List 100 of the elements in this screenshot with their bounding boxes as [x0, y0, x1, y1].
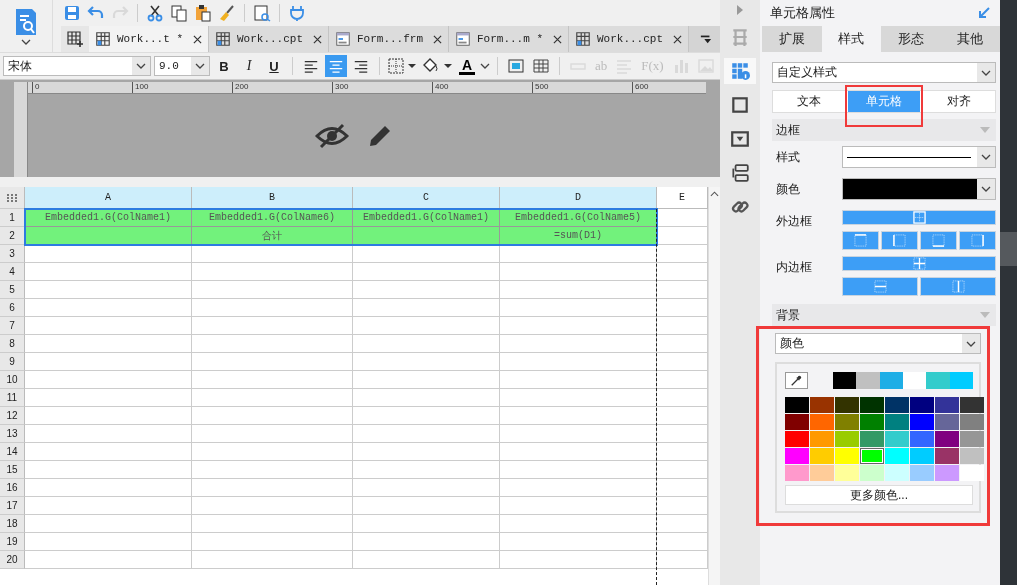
file-tab[interactable]: Work...cpt — [209, 26, 329, 52]
color-swatch[interactable] — [860, 465, 884, 481]
border-color-select[interactable] — [842, 178, 996, 200]
color-swatch[interactable] — [885, 414, 909, 430]
color-swatch[interactable] — [885, 397, 909, 413]
more-colors-button[interactable]: 更多颜色... — [785, 485, 973, 505]
row-header[interactable]: 4 — [0, 263, 25, 281]
color-swatch[interactable] — [910, 414, 934, 430]
new-sheet-icon[interactable] — [61, 26, 89, 52]
color-swatch[interactable] — [835, 414, 859, 430]
background-type-select[interactable]: 颜色 — [775, 333, 981, 354]
collapse-icon[interactable] — [980, 312, 990, 318]
column-header[interactable]: C — [353, 187, 500, 209]
color-swatch[interactable] — [835, 448, 859, 464]
color-swatch[interactable] — [785, 465, 809, 481]
file-tab[interactable]: Form...frm — [329, 26, 449, 52]
row-header[interactable]: 1 — [0, 209, 25, 227]
bold-button[interactable]: B — [213, 55, 235, 77]
color-swatch[interactable] — [885, 465, 909, 481]
eyedropper-button[interactable] — [785, 372, 808, 389]
color-swatch[interactable] — [785, 397, 809, 413]
font-color-button[interactable]: A — [457, 57, 477, 75]
row-header[interactable]: 14 — [0, 443, 25, 461]
color-swatch[interactable] — [935, 448, 959, 464]
column-header[interactable]: D — [500, 187, 657, 209]
row-header[interactable]: 13 — [0, 425, 25, 443]
row-header[interactable]: 17 — [0, 497, 25, 515]
row-header[interactable]: 19 — [0, 533, 25, 551]
app-logo-icon[interactable] — [14, 7, 38, 37]
row-header[interactable]: 5 — [0, 281, 25, 299]
style-select[interactable]: 自定义样式 — [772, 62, 996, 83]
color-swatch[interactable] — [960, 465, 984, 481]
color-swatch[interactable] — [835, 465, 859, 481]
color-swatch[interactable] — [910, 465, 934, 481]
color-swatch[interactable] — [949, 372, 973, 389]
font-select[interactable]: 宋体 — [3, 56, 151, 76]
panel-tab[interactable]: 其他 — [940, 26, 1000, 52]
hidden-eye-icon[interactable] — [315, 122, 349, 149]
color-swatch[interactable] — [835, 397, 859, 413]
row-header[interactable]: 11 — [0, 389, 25, 407]
line-style-select[interactable] — [842, 146, 996, 168]
panel-tab[interactable]: 扩展 — [762, 26, 822, 52]
row-header[interactable]: 15 — [0, 461, 25, 479]
inner-line-button[interactable] — [920, 277, 996, 296]
border-side-button[interactable] — [920, 231, 957, 250]
row-header[interactable]: 9 — [0, 353, 25, 371]
panel-tab[interactable]: 形态 — [881, 26, 941, 52]
color-swatch[interactable] — [935, 465, 959, 481]
file-tab[interactable]: Form...m * — [449, 26, 569, 52]
sub-tab[interactable]: 对齐 — [922, 91, 995, 112]
color-swatch[interactable] — [860, 448, 884, 464]
close-icon[interactable] — [193, 34, 202, 44]
close-icon[interactable] — [673, 34, 682, 44]
panel-tab[interactable]: 样式 — [821, 26, 881, 52]
color-swatch[interactable] — [910, 397, 934, 413]
color-swatch[interactable] — [879, 372, 903, 389]
select-all-icon[interactable] — [0, 187, 25, 209]
widget-icon[interactable] — [724, 58, 756, 84]
row-header[interactable]: 18 — [0, 515, 25, 533]
border-side-button[interactable] — [959, 231, 996, 250]
color-swatch[interactable] — [935, 431, 959, 447]
close-icon[interactable] — [433, 34, 442, 44]
row-header[interactable]: 10 — [0, 371, 25, 389]
inner-border-button[interactable] — [842, 256, 996, 271]
row-header[interactable]: 12 — [0, 407, 25, 425]
font-size-select[interactable]: 9.0 — [154, 56, 210, 76]
italic-button[interactable]: I — [238, 55, 260, 77]
color-swatch[interactable] — [910, 431, 934, 447]
file-tab[interactable]: Work...cpt — [569, 26, 689, 52]
color-swatch[interactable] — [860, 431, 884, 447]
color-swatch[interactable] — [960, 397, 984, 413]
outer-border-button[interactable] — [842, 210, 996, 225]
section-header[interactable]: 边框 — [772, 119, 996, 141]
row-header[interactable]: 2 — [0, 227, 25, 245]
color-swatch[interactable] — [960, 414, 984, 430]
color-swatch[interactable] — [810, 465, 834, 481]
row-header[interactable]: 7 — [0, 317, 25, 335]
collapse-arrow-icon[interactable] — [978, 7, 990, 19]
color-swatch[interactable] — [785, 414, 809, 430]
row-header[interactable]: 3 — [0, 245, 25, 263]
color-swatch[interactable] — [885, 431, 909, 447]
color-swatch[interactable] — [860, 397, 884, 413]
color-swatch[interactable] — [810, 448, 834, 464]
color-swatch[interactable] — [860, 414, 884, 430]
color-swatch[interactable] — [903, 372, 927, 389]
expand-arrow-icon[interactable] — [736, 4, 744, 16]
close-icon[interactable] — [553, 34, 562, 44]
color-swatch[interactable] — [960, 431, 984, 447]
color-swatch[interactable] — [960, 448, 984, 464]
close-icon[interactable] — [313, 34, 322, 44]
color-swatch[interactable] — [935, 414, 959, 430]
row-header[interactable]: 8 — [0, 335, 25, 353]
color-swatch[interactable] — [810, 431, 834, 447]
row-header[interactable]: 16 — [0, 479, 25, 497]
border-side-button[interactable] — [842, 231, 879, 250]
border-icon[interactable] — [387, 55, 417, 77]
color-swatch[interactable] — [910, 448, 934, 464]
scroll-up-icon[interactable] — [710, 191, 719, 197]
sub-tab[interactable]: 文本 — [773, 91, 846, 112]
underline-button[interactable]: U — [263, 55, 285, 77]
